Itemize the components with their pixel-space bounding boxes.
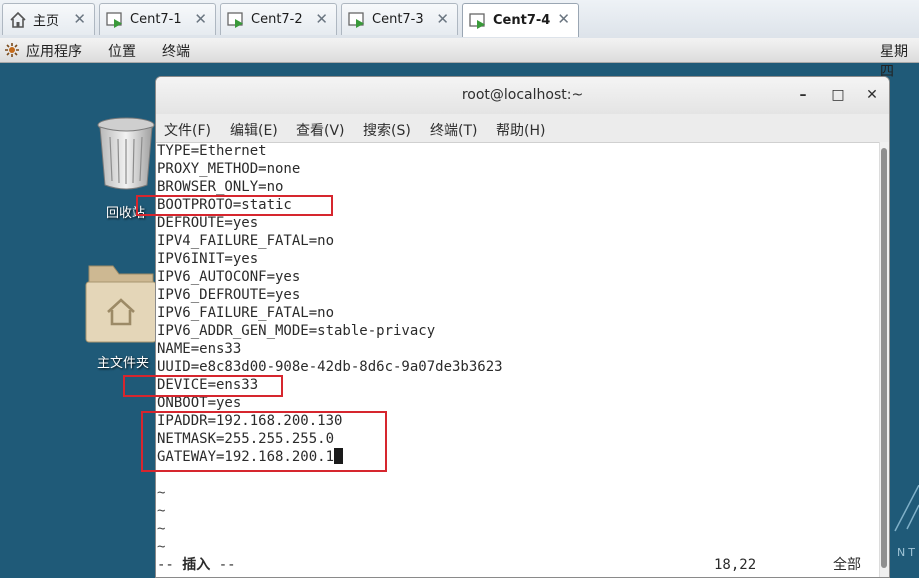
vm-icon [469, 12, 487, 30]
close-icon[interactable]: ✕ [315, 11, 328, 27]
vim-status-line: -- 插入 -- 18,22 全部 [157, 556, 877, 574]
empty-line-marker: ~ [157, 503, 166, 519]
minimize-button[interactable]: – [793, 85, 813, 105]
tab-cent7-3[interactable]: Cent7-3 ✕ [341, 3, 458, 35]
close-icon[interactable]: ✕ [194, 11, 207, 27]
menu-file[interactable]: 文件(F) [164, 120, 211, 140]
config-line: UUID=e8c83d00-908e-42db-8d6c-9a07de3b362… [157, 359, 503, 375]
config-line: NAME=ens33 [157, 341, 242, 357]
window-titlebar[interactable]: root@localhost:~ – □ ✕ [156, 77, 889, 115]
scroll-indicator: 全部 [833, 557, 861, 573]
vm-icon [227, 11, 245, 29]
vm-icon [106, 11, 124, 29]
empty-line-marker: ~ [157, 485, 166, 501]
tab-cent7-2[interactable]: Cent7-2 ✕ [220, 3, 337, 35]
home-icon [9, 11, 27, 29]
places-menu[interactable]: 位置 [108, 41, 136, 61]
tab-label: 主页 [33, 14, 60, 29]
tab-label: Cent7-3 [372, 12, 424, 27]
logo-text: NT [897, 546, 918, 559]
mode-suffix: -- [210, 557, 236, 573]
tab-label: Cent7-4 [493, 13, 551, 28]
maximize-button[interactable]: □ [828, 85, 848, 105]
highlight-device [123, 375, 283, 397]
config-line: PROXY_METHOD=none [157, 161, 301, 177]
menu-bar: 文件(F) 编辑(E) 查看(V) 搜索(S) 终端(T) 帮助(H) [156, 114, 889, 143]
tab-cent7-1[interactable]: Cent7-1 ✕ [99, 3, 216, 35]
menu-help[interactable]: 帮助(H) [496, 120, 545, 140]
mode-prefix: -- [157, 557, 183, 573]
tab-label: Cent7-2 [251, 12, 303, 27]
applications-icon [4, 42, 20, 62]
trash-icon [96, 117, 156, 197]
config-line: TYPE=Ethernet [157, 143, 267, 159]
menu-edit[interactable]: 编辑(E) [230, 120, 278, 140]
insert-mode-indicator: 插入 [182, 557, 211, 573]
close-icon[interactable]: ✕ [73, 11, 86, 27]
menu-search[interactable]: 搜索(S) [363, 120, 411, 140]
config-line: IPV6_AUTOCONF=yes [157, 269, 301, 285]
close-icon[interactable]: ✕ [557, 11, 570, 27]
config-line: IPV6_ADDR_GEN_MODE=stable-privacy [157, 323, 436, 339]
menu-terminal[interactable]: 终端(T) [430, 120, 477, 140]
gnome-top-bar: 应用程序 位置 终端 星期四 [0, 38, 919, 80]
applications-menu[interactable]: 应用程序 [26, 41, 82, 61]
window-title: root@localhost:~ [461, 87, 584, 103]
empty-line-marker: ~ [157, 521, 166, 537]
terminal-window[interactable]: root@localhost:~ – □ ✕ 文件(F) 编辑(E) 查看(V)… [155, 76, 890, 578]
config-line: IPV6_DEFROUTE=yes [157, 287, 301, 303]
menu-view[interactable]: 查看(V) [296, 120, 345, 140]
scrollbar-thumb[interactable] [881, 148, 887, 568]
highlight-network-settings [141, 411, 387, 472]
terminal-menu[interactable]: 终端 [162, 41, 190, 61]
config-line: BROWSER_ONLY=no [157, 179, 284, 195]
scrollbar[interactable] [879, 142, 889, 577]
vm-icon [348, 11, 366, 29]
clock[interactable]: 星期四 [880, 41, 919, 81]
config-line: IPV6_FAILURE_FATAL=no [157, 305, 335, 321]
tab-home[interactable]: 主页 ✕ [2, 3, 95, 35]
config-line: IPV4_FAILURE_FATAL=no [157, 233, 335, 249]
empty-line-marker: ~ [157, 539, 166, 555]
close-button[interactable]: ✕ [862, 85, 882, 105]
home-folder-label: 主文件夹 [97, 356, 150, 371]
cursor-position: 18,22 [714, 557, 757, 573]
tab-label: Cent7-1 [130, 12, 182, 27]
highlight-bootproto [136, 195, 333, 216]
tab-cent7-4[interactable]: Cent7-4 ✕ [462, 3, 579, 37]
config-line: IPV6INIT=yes [157, 251, 259, 267]
close-icon[interactable]: ✕ [436, 11, 449, 27]
config-line: DEFROUTE=yes [157, 215, 259, 231]
vm-tab-bar: 主页 ✕ Cent7-1 ✕ Cent7-2 ✕ Cent7-3 ✕ Cent7… [0, 0, 919, 39]
folder-icon [85, 262, 157, 348]
